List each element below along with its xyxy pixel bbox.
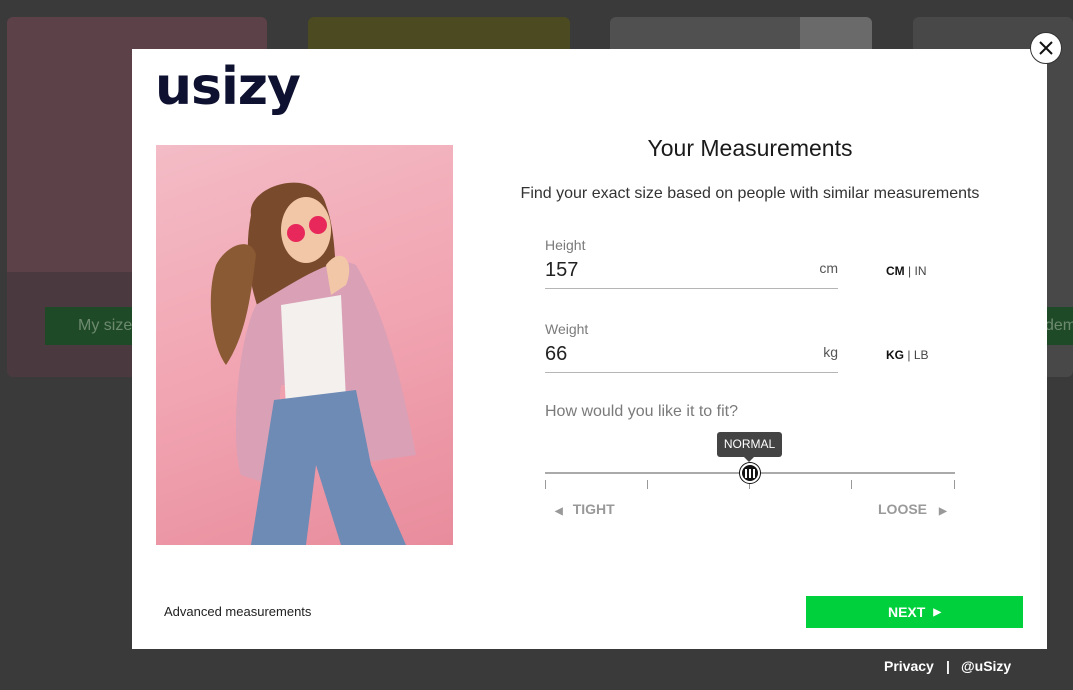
caret-right-icon: ▶	[933, 606, 942, 618]
background-my-size-button: My size	[45, 307, 140, 345]
slider-tick	[545, 480, 546, 489]
model-illustration	[210, 182, 416, 545]
model-photo	[156, 145, 453, 545]
fit-slider-thumb[interactable]	[740, 463, 760, 483]
weight-label: Weight	[545, 321, 589, 337]
height-unit-toggle[interactable]: CM | IN	[886, 264, 926, 278]
fit-question: How would you like it to fit?	[545, 403, 738, 420]
modal-title: Your Measurements	[647, 135, 853, 161]
unit-separator: |	[907, 348, 911, 362]
height-label: Height	[545, 237, 586, 253]
caret-right-icon: ▶	[939, 506, 947, 517]
unit-in-option[interactable]: IN	[914, 264, 926, 278]
slider-tick	[954, 480, 955, 489]
height-field[interactable]: Height 157 cm	[545, 237, 838, 289]
privacy-link[interactable]: Privacy	[884, 658, 934, 674]
advanced-measurements-link[interactable]: Advanced measurements	[164, 604, 311, 619]
fit-tight-label[interactable]: ◀ TIGHT	[555, 501, 615, 517]
next-label: NEXT	[887, 604, 926, 620]
close-button[interactable]	[1030, 32, 1062, 64]
unit-kg-option[interactable]: KG	[886, 348, 904, 362]
fit-loose-label[interactable]: LOOSE ▶	[878, 501, 947, 517]
tooltip-arrow	[743, 456, 755, 462]
measurements-modal: usizy Your Measurements Find your exact …	[132, 49, 1047, 649]
height-input[interactable]: 157	[545, 259, 838, 282]
unit-cm-option[interactable]: CM	[886, 264, 905, 278]
slider-tick	[851, 480, 852, 489]
unit-separator: |	[908, 264, 912, 278]
footer-separator: |	[946, 658, 950, 674]
close-icon	[1039, 41, 1053, 55]
modal-subtitle: Find your exact size based on people wit…	[520, 185, 980, 202]
weight-unit: kg	[823, 344, 838, 360]
slider-tick	[647, 480, 648, 489]
weight-unit-toggle[interactable]: KG | LB	[886, 348, 929, 362]
weight-field[interactable]: Weight 66 kg	[545, 321, 838, 373]
fit-tooltip: NORMAL	[717, 432, 782, 457]
unit-lb-option[interactable]: LB	[914, 348, 929, 362]
usizy-logo: usizy	[155, 57, 301, 117]
weight-input[interactable]: 66	[545, 343, 838, 366]
next-button[interactable]: NEXT ▶	[806, 596, 1023, 628]
usizy-handle-link[interactable]: @uSizy	[961, 658, 1011, 674]
caret-left-icon: ◀	[555, 506, 563, 517]
background-button: dem	[1045, 307, 1073, 345]
height-unit: cm	[819, 260, 838, 276]
